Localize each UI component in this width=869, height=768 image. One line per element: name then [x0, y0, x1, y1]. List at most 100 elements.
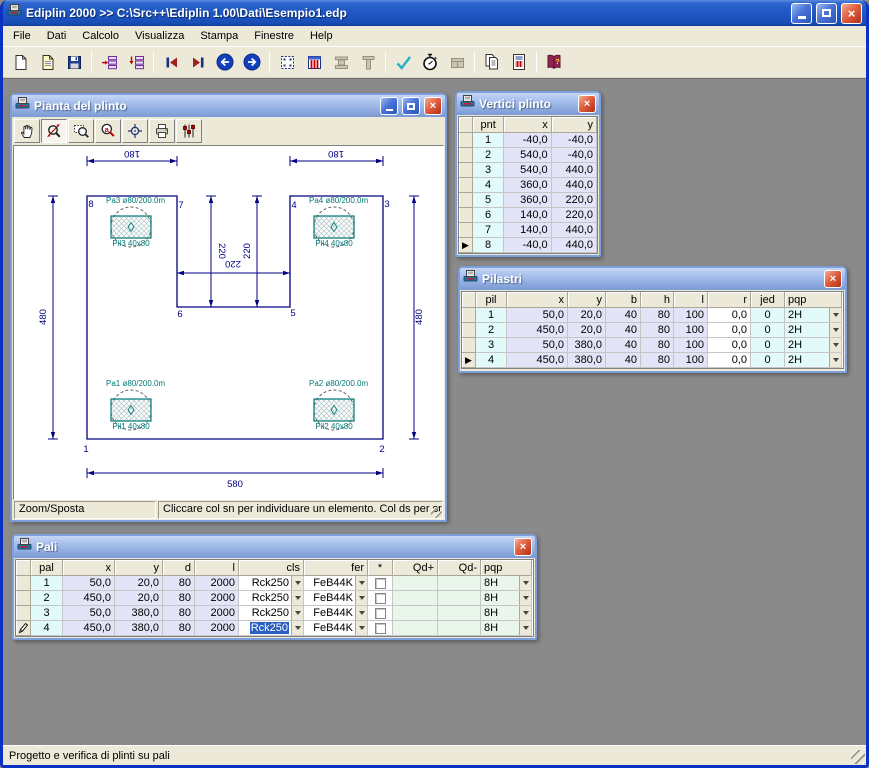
- menu-item-file[interactable]: File: [5, 27, 39, 45]
- cell-l[interactable]: 2000: [195, 576, 239, 591]
- cell-Qd+[interactable]: [393, 591, 438, 606]
- cell-pnt[interactable]: 7: [473, 223, 505, 238]
- cell-x[interactable]: 50,0: [63, 576, 115, 591]
- cell-jed[interactable]: 0: [751, 338, 785, 353]
- active-row-marker[interactable]: ▶: [459, 238, 473, 253]
- cell-fer[interactable]: FeB44K: [304, 576, 368, 591]
- cell-x[interactable]: 360,0: [504, 193, 551, 208]
- resize-grip[interactable]: [851, 750, 865, 764]
- cell-x[interactable]: 450,0: [63, 591, 115, 606]
- cell-Qd+[interactable]: [393, 606, 438, 621]
- pianta-minimize-button[interactable]: [380, 97, 398, 115]
- cell-x[interactable]: 50,0: [507, 338, 568, 353]
- toolbar-button-stopwatch-icon[interactable]: [417, 50, 443, 75]
- cell-y[interactable]: 440,0: [552, 223, 597, 238]
- pilastri-close-button[interactable]: ×: [824, 270, 842, 288]
- dropdown-arrow-icon[interactable]: [291, 621, 303, 635]
- cell-b[interactable]: 40: [606, 353, 641, 368]
- cell-y[interactable]: 440,0: [552, 178, 597, 193]
- toolbar-button-verify-check-icon[interactable]: [390, 50, 416, 75]
- toolbar-button-first-record-icon[interactable]: [158, 50, 184, 75]
- cell-*[interactable]: [368, 606, 393, 621]
- menu-item-help[interactable]: Help: [302, 27, 341, 45]
- cell-x[interactable]: 50,0: [63, 606, 115, 621]
- cell-pil[interactable]: 3: [476, 338, 507, 353]
- cell-r[interactable]: 0,0: [708, 308, 751, 323]
- cell-x[interactable]: 540,0: [504, 163, 551, 178]
- cell-y[interactable]: 380,0: [568, 338, 606, 353]
- vertici-close-button[interactable]: ×: [578, 95, 596, 113]
- cell-pal[interactable]: 1: [31, 576, 63, 591]
- row-selector[interactable]: [16, 576, 31, 591]
- row-selector[interactable]: [459, 208, 473, 223]
- row-selector[interactable]: [16, 591, 31, 606]
- dropdown-arrow-icon[interactable]: [355, 576, 367, 590]
- toolbar-button-table-insert-row-icon[interactable]: [123, 50, 149, 75]
- cell-h[interactable]: 80: [641, 323, 674, 338]
- cell-l[interactable]: 100: [674, 353, 708, 368]
- menu-item-stampa[interactable]: Stampa: [192, 27, 246, 45]
- row-selector[interactable]: [459, 163, 473, 178]
- dropdown-arrow-icon[interactable]: [829, 308, 841, 322]
- cell-x[interactable]: 450,0: [507, 353, 568, 368]
- toolbar-button-help-book-icon[interactable]: ?: [541, 50, 567, 75]
- row-selector[interactable]: [462, 323, 476, 338]
- cell-r[interactable]: 0,0: [708, 338, 751, 353]
- cell-pnt[interactable]: 8: [473, 238, 505, 253]
- cell-cls[interactable]: Rck250: [239, 606, 304, 621]
- cell-b[interactable]: 40: [606, 338, 641, 353]
- dropdown-arrow-icon[interactable]: [519, 621, 531, 635]
- close-button[interactable]: ×: [841, 3, 862, 24]
- cell-y[interactable]: 380,0: [115, 621, 163, 636]
- pali-close-button[interactable]: ×: [514, 538, 532, 556]
- menu-item-finestre[interactable]: Finestre: [246, 27, 302, 45]
- checkbox-unchecked[interactable]: [375, 623, 386, 634]
- maximize-button[interactable]: [816, 3, 837, 24]
- active-row-marker[interactable]: ▶: [462, 353, 476, 368]
- toolbar-button-plinth-plan-icon[interactable]: [274, 50, 300, 75]
- cell-Qd-[interactable]: [438, 606, 481, 621]
- cell-pqp[interactable]: 2H: [785, 308, 842, 323]
- pianta-tool-display-settings-icon[interactable]: [176, 119, 202, 143]
- dropdown-arrow-icon[interactable]: [519, 591, 531, 605]
- dropdown-arrow-icon[interactable]: [829, 338, 841, 352]
- cell-d[interactable]: 80: [163, 621, 195, 636]
- cell-x[interactable]: 450,0: [507, 323, 568, 338]
- cell-x[interactable]: 140,0: [504, 208, 551, 223]
- dropdown-arrow-icon[interactable]: [291, 606, 303, 620]
- cell-pnt[interactable]: 5: [473, 193, 505, 208]
- cell-l[interactable]: 2000: [195, 621, 239, 636]
- cell-cls[interactable]: Rck250: [239, 576, 304, 591]
- row-selector[interactable]: [459, 178, 473, 193]
- toolbar-button-open-file-icon[interactable]: [34, 50, 60, 75]
- pianta-tool-zoom-drag-icon[interactable]: [41, 119, 67, 143]
- cell-h[interactable]: 80: [641, 338, 674, 353]
- menu-item-visualizza[interactable]: Visualizza: [127, 27, 192, 45]
- cell-y[interactable]: -40,0: [552, 148, 597, 163]
- cell-pnt[interactable]: 4: [473, 178, 505, 193]
- cell-pal[interactable]: 3: [31, 606, 63, 621]
- cell-d[interactable]: 80: [163, 591, 195, 606]
- dropdown-arrow-icon[interactable]: [355, 621, 367, 635]
- menu-item-calcolo[interactable]: Calcolo: [74, 27, 127, 45]
- toolbar-button-last-record-icon[interactable]: [185, 50, 211, 75]
- checkbox-unchecked[interactable]: [375, 608, 386, 619]
- cell-*[interactable]: [368, 576, 393, 591]
- dropdown-arrow-icon[interactable]: [829, 353, 841, 367]
- pianta-tool-pan-hand-icon[interactable]: [14, 119, 40, 143]
- cell-y[interactable]: 220,0: [552, 208, 597, 223]
- cell-*[interactable]: [368, 591, 393, 606]
- toolbar-button-save-icon[interactable]: [61, 50, 87, 75]
- dropdown-arrow-icon[interactable]: [355, 606, 367, 620]
- cell-y[interactable]: 380,0: [568, 353, 606, 368]
- resize-grip[interactable]: [431, 507, 442, 518]
- cell-fer[interactable]: FeB44K: [304, 591, 368, 606]
- minimize-button[interactable]: [791, 3, 812, 24]
- cell-h[interactable]: 80: [641, 308, 674, 323]
- pianta-tool-zoom-text-icon[interactable]: a: [95, 119, 121, 143]
- cell-Qd-[interactable]: [438, 621, 481, 636]
- cell-x[interactable]: 360,0: [504, 178, 551, 193]
- cell-l[interactable]: 100: [674, 323, 708, 338]
- row-selector[interactable]: [16, 606, 31, 621]
- cell-y[interactable]: 220,0: [552, 193, 597, 208]
